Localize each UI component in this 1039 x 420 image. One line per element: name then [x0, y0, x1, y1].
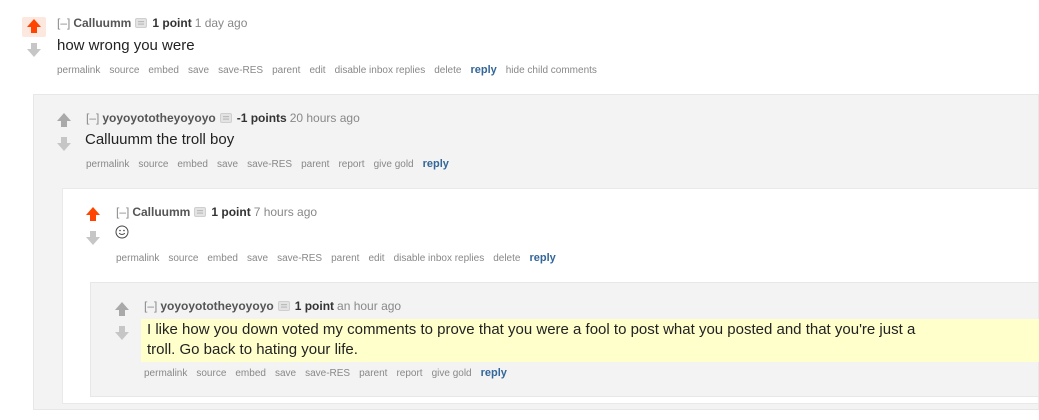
save-link[interactable]: save [188, 65, 209, 76]
comment-body: how wrong you were [57, 37, 195, 54]
timestamp: 7 hours ago [253, 205, 318, 219]
comment-body [115, 225, 129, 245]
disable-inbox-replies-link[interactable]: disable inbox replies [394, 253, 485, 264]
comment-actions: permalink source embed save save-RES parent re… [86, 158, 458, 171]
save-link[interactable]: save [275, 368, 296, 379]
source-link[interactable]: source [168, 253, 198, 264]
delete-link[interactable]: delete [493, 253, 520, 264]
comment-yoyoyototheyoyoyo-2: [–] yoyoyototheyoyoyo 1 point an hour ago I… [90, 282, 1039, 397]
score: -1 points [236, 111, 287, 125]
parent-link[interactable]: parent [359, 368, 387, 379]
embed-link[interactable]: embed [148, 65, 179, 76]
save-res-link[interactable]: save-RES [247, 159, 292, 170]
downvote-arrow-icon[interactable] [52, 135, 76, 155]
user-tag-icon[interactable] [219, 113, 232, 123]
source-link[interactable]: source [196, 368, 226, 379]
score: 1 point [211, 205, 251, 219]
save-res-link[interactable]: save-RES [277, 253, 322, 264]
timestamp: an hour ago [337, 299, 402, 313]
upvote-arrow-icon[interactable] [110, 300, 134, 320]
smiley-face-icon [115, 225, 129, 239]
comment-actions: permalink source embed save save-RES parent re… [144, 367, 516, 380]
permalink-link[interactable]: permalink [57, 65, 100, 76]
comment-body-highlighted: I like how you down voted my comments to… [141, 319, 1039, 362]
user-tag-icon[interactable] [194, 207, 207, 217]
parent-link[interactable]: parent [272, 65, 300, 76]
report-link[interactable]: report [396, 368, 422, 379]
upvote-arrow-icon[interactable] [81, 205, 105, 225]
delete-link[interactable]: delete [434, 65, 461, 76]
timestamp: 20 hours ago [289, 111, 360, 125]
give-gold-link[interactable]: give gold [432, 368, 472, 379]
parent-link[interactable]: parent [331, 253, 359, 264]
comment-body: Calluumm the troll boy [85, 131, 235, 148]
author-link[interactable]: yoyoyototheyoyoyo [160, 299, 273, 313]
user-tag-icon[interactable] [277, 301, 290, 311]
downvote-arrow-icon[interactable] [110, 324, 134, 344]
collapse-toggle[interactable]: [–] [57, 16, 70, 30]
reply-link[interactable]: reply [423, 158, 449, 170]
author-link[interactable]: yoyoyototheyoyoyo [102, 111, 215, 125]
reply-link[interactable]: reply [481, 367, 507, 379]
comment-actions: permalink source embed save save-RES parent ed… [57, 64, 606, 77]
score: 1 point [294, 299, 335, 313]
collapse-toggle[interactable]: [–] [86, 111, 99, 125]
collapse-toggle[interactable]: [–] [144, 299, 157, 313]
comment-actions: permalink source embed save save-RES parent ed… [116, 252, 565, 265]
disable-inbox-replies-link[interactable]: disable inbox replies [335, 65, 426, 76]
permalink-link[interactable]: permalink [144, 368, 187, 379]
parent-link[interactable]: parent [301, 159, 329, 170]
source-link[interactable]: source [138, 159, 168, 170]
source-link[interactable]: source [109, 65, 139, 76]
give-gold-link[interactable]: give gold [374, 159, 414, 170]
hide-child-comments-link[interactable]: hide child comments [506, 65, 597, 76]
save-res-link[interactable]: save-RES [218, 65, 263, 76]
collapse-toggle[interactable]: [–] [116, 205, 129, 219]
upvote-arrow-icon[interactable] [22, 17, 46, 37]
reply-link[interactable]: reply [529, 252, 555, 264]
embed-link[interactable]: embed [207, 253, 238, 264]
upvote-arrow-icon[interactable] [52, 111, 76, 131]
author-link[interactable]: Calluumm [73, 16, 131, 30]
save-link[interactable]: save [247, 253, 268, 264]
edit-link[interactable]: edit [309, 65, 325, 76]
timestamp: 1 day ago [194, 16, 248, 30]
comment-tagline: [–] Calluumm 1 point 7 hours ago [116, 205, 317, 219]
report-link[interactable]: report [338, 159, 364, 170]
comment-body-line-2: troll. Go back to hating your life. [147, 341, 358, 358]
downvote-arrow-icon[interactable] [22, 41, 46, 61]
author-link[interactable]: Calluumm [132, 205, 190, 219]
user-tag-icon[interactable] [135, 18, 148, 28]
score: 1 point [152, 16, 192, 30]
permalink-link[interactable]: permalink [86, 159, 129, 170]
comment-thread: [–] Calluumm 1 point 1 day ago how wrong yo… [0, 0, 1039, 420]
permalink-link[interactable]: permalink [116, 253, 159, 264]
comment-tagline: [–] yoyoyototheyoyoyo 1 point an hour ago [144, 299, 401, 313]
save-res-link[interactable]: save-RES [305, 368, 350, 379]
embed-link[interactable]: embed [235, 368, 266, 379]
save-link[interactable]: save [217, 159, 238, 170]
comment-body-line-1: I like how you down voted my comments to… [147, 321, 916, 338]
embed-link[interactable]: embed [177, 159, 208, 170]
comment-tagline: [–] Calluumm 1 point 1 day ago [57, 16, 247, 30]
reply-link[interactable]: reply [470, 64, 496, 76]
comment-tagline: [–] yoyoyototheyoyoyo -1 points 20 hours ag… [86, 111, 360, 125]
downvote-arrow-icon[interactable] [81, 229, 105, 249]
edit-link[interactable]: edit [368, 253, 384, 264]
